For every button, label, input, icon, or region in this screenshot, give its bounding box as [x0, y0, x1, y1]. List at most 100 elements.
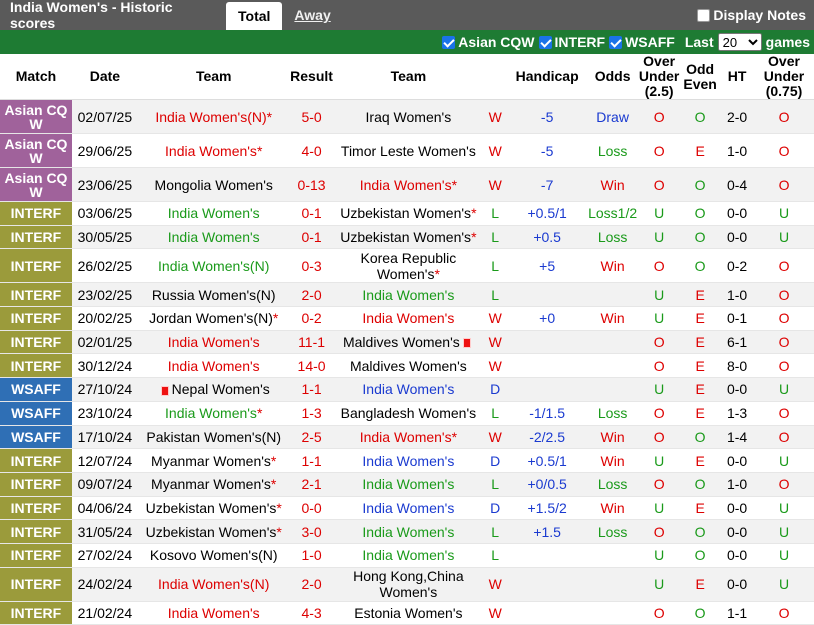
- home-team[interactable]: Uzbekistan Women's*: [137, 496, 290, 521]
- match-score[interactable]: 4-0: [289, 133, 334, 168]
- away-team[interactable]: Uzbekistan Women's*: [333, 201, 484, 226]
- home-team[interactable]: India Women's*: [137, 401, 290, 426]
- competition-badge[interactable]: INTERF: [0, 601, 72, 625]
- table-row[interactable]: Asian CQ W 02/07/25 India Women's(N)* 5-0 Ir…: [0, 99, 814, 134]
- competition-badge[interactable]: INTERF: [0, 353, 72, 379]
- match-score[interactable]: 1-0: [289, 543, 334, 568]
- away-team[interactable]: India Women's: [333, 448, 484, 473]
- team-name[interactable]: India Women's: [360, 429, 452, 445]
- filter-interf[interactable]: INTERF: [538, 34, 605, 50]
- team-name[interactable]: India Women's: [165, 143, 257, 159]
- team-name[interactable]: India Women's: [360, 177, 452, 193]
- team-name[interactable]: India Women's: [362, 476, 454, 492]
- home-team[interactable]: Myanmar Women's*: [137, 472, 290, 497]
- home-team[interactable]: Pakistan Women's(N): [137, 425, 290, 450]
- tab-away[interactable]: Away: [282, 0, 342, 30]
- match-score[interactable]: 3-0: [289, 519, 334, 544]
- team-name[interactable]: India Women's: [168, 358, 260, 374]
- competition-badge[interactable]: Asian CQ W: [0, 133, 72, 168]
- competition-badge[interactable]: INTERF: [0, 306, 72, 331]
- team-name[interactable]: Pakistan Women's(N): [146, 429, 281, 445]
- team-name[interactable]: India Women's: [362, 500, 454, 516]
- match-score[interactable]: 1-1: [289, 448, 334, 473]
- team-name[interactable]: Myanmar Women's: [151, 453, 271, 469]
- team-name[interactable]: India Women's: [362, 547, 454, 563]
- away-team[interactable]: Estonia Women's: [333, 601, 484, 625]
- match-score[interactable]: 4-3: [289, 601, 334, 625]
- away-team[interactable]: Uzbekistan Women's*: [333, 225, 484, 250]
- match-score[interactable]: 2-0: [289, 282, 334, 308]
- home-team[interactable]: India Women's: [137, 330, 290, 355]
- competition-badge[interactable]: INTERF: [0, 201, 72, 226]
- team-name[interactable]: Estonia Women's: [354, 605, 462, 621]
- match-score[interactable]: 0-2: [289, 306, 334, 331]
- away-team[interactable]: India Women's: [333, 282, 484, 308]
- home-team[interactable]: India Women's: [137, 353, 290, 379]
- tab-total[interactable]: Total: [226, 2, 283, 30]
- match-score[interactable]: 0-3: [289, 248, 334, 284]
- home-team[interactable]: India Women's(N): [137, 567, 290, 602]
- team-name[interactable]: Bangladesh Women's: [341, 405, 477, 421]
- home-team[interactable]: Jordan Women's(N)*: [137, 306, 290, 331]
- competition-badge[interactable]: INTERF: [0, 248, 72, 284]
- away-team[interactable]: Timor Leste Women's: [333, 133, 484, 168]
- away-team[interactable]: India Women's*: [333, 425, 484, 450]
- team-name[interactable]: India Women's: [168, 229, 260, 245]
- table-row[interactable]: INTERF 31/05/24 Uzbekistan Women's* 3-0 Indi…: [0, 519, 814, 544]
- team-name[interactable]: Kosovo Women's(N): [150, 547, 278, 563]
- team-name[interactable]: India Women's: [362, 453, 454, 469]
- match-score[interactable]: 14-0: [289, 353, 334, 379]
- away-team[interactable]: India Women's: [333, 543, 484, 568]
- away-team[interactable]: Hong Kong,China Women's: [333, 567, 484, 602]
- away-team[interactable]: Bangladesh Women's: [333, 401, 484, 426]
- team-name[interactable]: Uzbekistan Women's: [340, 229, 471, 245]
- team-name[interactable]: Mongolia Women's: [155, 177, 273, 193]
- competition-badge[interactable]: WSAFF: [0, 401, 72, 426]
- table-row[interactable]: WSAFF 23/10/24 India Women's* 1-3 Bangladesh…: [0, 401, 814, 426]
- team-name[interactable]: Maldives Women's: [350, 358, 467, 374]
- team-name[interactable]: Korea Republic Women's: [361, 250, 457, 282]
- away-team[interactable]: India Women's: [333, 496, 484, 521]
- table-row[interactable]: Asian CQ W 29/06/25 India Women's* 4-0 Timor…: [0, 133, 814, 168]
- table-row[interactable]: INTERF 12/07/24 Myanmar Women's* 1-1 India W…: [0, 448, 814, 473]
- home-team[interactable]: Russia Women's(N): [137, 282, 290, 308]
- competition-badge[interactable]: INTERF: [0, 330, 72, 355]
- match-score[interactable]: 0-13: [289, 167, 334, 202]
- team-name[interactable]: Hong Kong,China Women's: [353, 568, 464, 600]
- team-name[interactable]: Iraq Women's: [366, 109, 452, 125]
- table-row[interactable]: WSAFF 27/10/24 Nepal Women's 1-1 India Women…: [0, 377, 814, 402]
- match-score[interactable]: 5-0: [289, 99, 334, 134]
- home-team[interactable]: India Women's: [137, 201, 290, 226]
- team-name[interactable]: Uzbekistan Women's: [340, 205, 471, 221]
- match-score[interactable]: 1-3: [289, 401, 334, 426]
- competition-badge[interactable]: INTERF: [0, 496, 72, 521]
- team-name[interactable]: Nepal Women's: [172, 381, 270, 397]
- team-name[interactable]: Jordan Women's(N): [149, 310, 273, 326]
- competition-badge[interactable]: WSAFF: [0, 425, 72, 450]
- home-team[interactable]: Mongolia Women's: [137, 167, 290, 202]
- checkbox-icon[interactable]: [442, 35, 456, 49]
- match-score[interactable]: 0-1: [289, 225, 334, 250]
- display-notes-toggle[interactable]: Display Notes: [697, 0, 806, 30]
- match-score[interactable]: 2-0: [289, 567, 334, 602]
- home-team[interactable]: Myanmar Women's*: [137, 448, 290, 473]
- team-name[interactable]: India Women's: [362, 310, 454, 326]
- team-name[interactable]: Uzbekistan Women's: [146, 500, 277, 516]
- table-row[interactable]: INTERF 24/02/24 India Women's(N) 2-0 Hong Ko…: [0, 567, 814, 602]
- away-team[interactable]: Maldives Women's: [333, 330, 484, 355]
- competition-badge[interactable]: INTERF: [0, 282, 72, 308]
- home-team[interactable]: India Women's: [137, 601, 290, 625]
- table-row[interactable]: INTERF 04/06/24 Uzbekistan Women's* 0-0 Indi…: [0, 496, 814, 521]
- competition-badge[interactable]: INTERF: [0, 472, 72, 497]
- last-games-select[interactable]: 20: [717, 33, 762, 51]
- match-score[interactable]: 0-1: [289, 201, 334, 226]
- team-name[interactable]: India Women's: [362, 524, 454, 540]
- team-name[interactable]: India Women's: [165, 405, 257, 421]
- home-team[interactable]: Nepal Women's: [137, 377, 290, 402]
- away-team[interactable]: Korea Republic Women's*: [333, 248, 484, 284]
- match-score[interactable]: 0-0: [289, 496, 334, 521]
- team-name[interactable]: India Women's: [168, 605, 260, 621]
- checkbox-icon[interactable]: [538, 35, 552, 49]
- away-team[interactable]: India Women's*: [333, 167, 484, 202]
- home-team[interactable]: India Women's: [137, 225, 290, 250]
